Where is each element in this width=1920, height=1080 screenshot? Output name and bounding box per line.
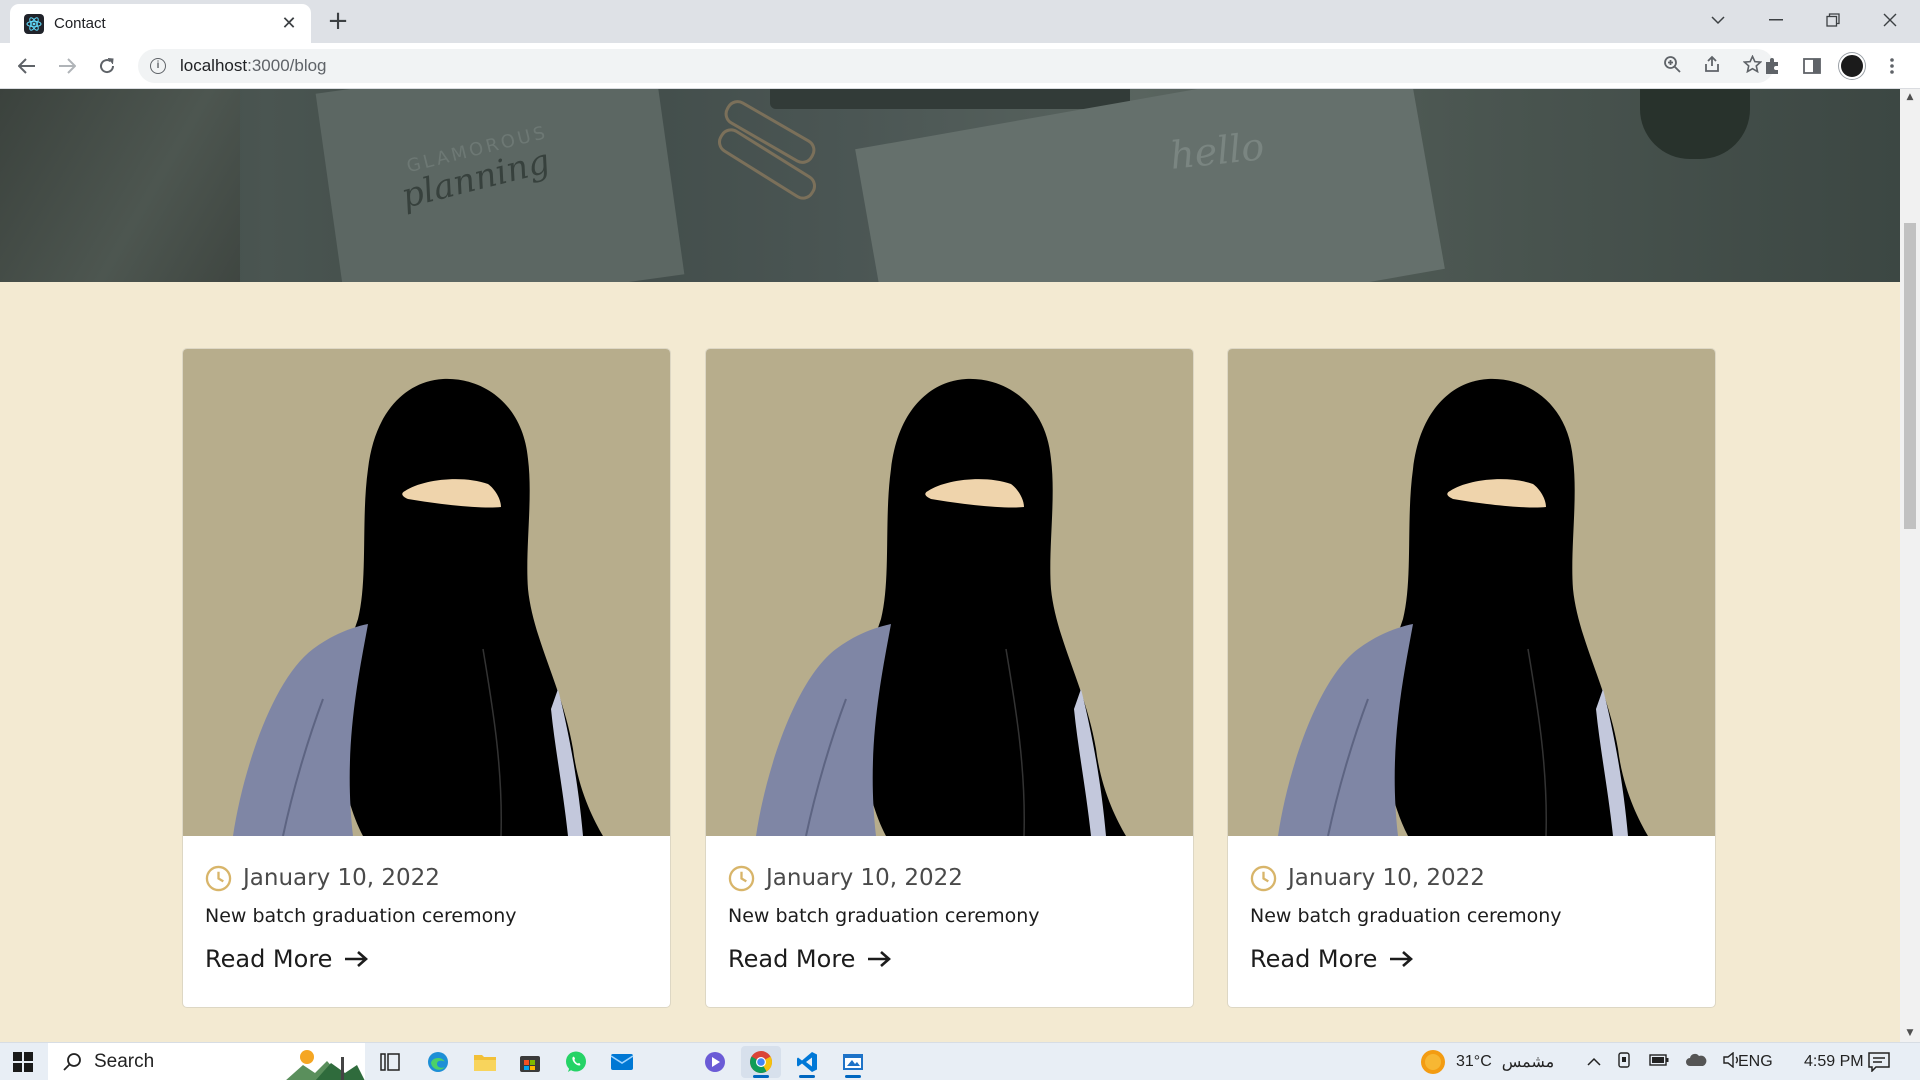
clock[interactable]: 4:59 PM — [1804, 1043, 1864, 1080]
info-icon[interactable]: i — [150, 58, 166, 74]
read-more-label: Read More — [728, 945, 856, 973]
new-tab-button[interactable]: + — [324, 7, 352, 35]
scroll-up-icon[interactable]: ▲ — [1900, 89, 1920, 106]
tab-search-icon[interactable] — [1690, 0, 1746, 40]
page-scrollbar[interactable]: ▲ ▼ — [1900, 89, 1920, 1042]
tab-strip: Contact ✕ + — [0, 0, 1920, 43]
battery-icon[interactable] — [1649, 1053, 1669, 1071]
post-title[interactable]: New batch graduation ceremony — [728, 905, 1171, 927]
app-window-icon[interactable] — [833, 1046, 873, 1078]
search-icon — [63, 1053, 81, 1071]
url-host: localhost — [180, 56, 248, 75]
arrow-right-icon — [345, 951, 369, 967]
post-date: January 10, 2022 — [1288, 865, 1485, 891]
tab-close-button[interactable]: ✕ — [279, 13, 299, 34]
media-player-icon[interactable] — [695, 1046, 735, 1078]
edge-icon[interactable] — [418, 1046, 458, 1078]
clock-icon — [728, 865, 755, 891]
restore-button[interactable] — [1805, 0, 1861, 40]
post-title[interactable]: New batch graduation ceremony — [205, 905, 648, 927]
store-icon[interactable] — [510, 1046, 550, 1078]
browser-tab[interactable]: Contact ✕ — [10, 4, 311, 43]
weather-widget[interactable]: 31°C مشمس — [1420, 1043, 1554, 1080]
minimize-button[interactable] — [1748, 0, 1804, 40]
page-viewport: GLAMOROUS planning hello January 10, 202… — [0, 89, 1900, 1042]
url-path: :3000/blog — [247, 56, 327, 75]
post-date: January 10, 2022 — [243, 865, 440, 891]
weather-desc: مشمس — [1501, 1054, 1555, 1071]
weather-temp: 31°C — [1456, 1053, 1492, 1070]
read-more-link[interactable]: Read More — [728, 945, 1171, 973]
tab-title: Contact — [54, 15, 106, 32]
notifications-icon[interactable] — [1868, 1043, 1890, 1080]
arrow-right-icon — [868, 951, 892, 967]
language-indicator[interactable]: ENG — [1738, 1043, 1773, 1080]
search-label: Search — [94, 1051, 155, 1072]
blog-card[interactable]: January 10, 2022 New batch graduation ce… — [705, 348, 1194, 1008]
file-explorer-icon[interactable] — [465, 1046, 505, 1078]
task-view-icon[interactable] — [370, 1046, 410, 1078]
hero-banner: GLAMOROUS planning hello — [0, 89, 1900, 282]
clock-icon — [1250, 865, 1277, 891]
vscode-icon[interactable] — [787, 1046, 827, 1078]
read-more-link[interactable]: Read More — [1250, 945, 1693, 973]
menu-icon[interactable] — [1877, 51, 1907, 81]
read-more-label: Read More — [1250, 945, 1378, 973]
windows-taskbar: Search 31°C مشمس ENG 4:59 PM — [0, 1042, 1920, 1080]
search-highlight-icon — [286, 1050, 365, 1080]
blog-card[interactable]: January 10, 2022 New batch graduation ce… — [1227, 348, 1716, 1008]
read-more-label: Read More — [205, 945, 333, 973]
sidepanel-icon[interactable] — [1797, 51, 1827, 81]
profile-icon[interactable] — [1837, 51, 1867, 81]
extensions-icon[interactable] — [1757, 51, 1787, 81]
blog-card[interactable]: January 10, 2022 New batch graduation ce… — [182, 348, 671, 1008]
post-date: January 10, 2022 — [766, 865, 963, 891]
url-text: localhost:3000/blog — [180, 56, 327, 76]
chevron-up-icon[interactable] — [1587, 1053, 1601, 1071]
system-tray — [1587, 1043, 1741, 1080]
post-title[interactable]: New batch graduation ceremony — [1250, 905, 1693, 927]
meet-icon[interactable] — [1617, 1051, 1633, 1073]
blog-card-image — [183, 349, 670, 836]
react-icon — [24, 13, 44, 34]
share-icon[interactable] — [1703, 55, 1721, 77]
back-icon[interactable] — [12, 51, 42, 81]
close-window-button[interactable] — [1862, 0, 1918, 40]
clock-icon — [205, 865, 232, 891]
zoom-icon[interactable] — [1663, 55, 1681, 77]
sun-icon — [1421, 1050, 1445, 1074]
reload-icon[interactable] — [92, 51, 122, 81]
blog-cards: January 10, 2022 New batch graduation ce… — [182, 348, 1717, 1008]
address-bar[interactable]: i localhost:3000/blog — [138, 49, 1774, 83]
taskbar-search[interactable]: Search — [48, 1043, 365, 1080]
blog-card-image — [706, 349, 1193, 836]
chrome-icon[interactable] — [741, 1046, 781, 1078]
arrow-right-icon — [1390, 951, 1414, 967]
mail-icon[interactable] — [602, 1046, 642, 1078]
browser-toolbar: i localhost:3000/blog — [0, 43, 1920, 89]
scroll-down-icon[interactable]: ▼ — [1900, 1025, 1920, 1042]
windows-icon[interactable] — [0, 1043, 46, 1080]
forward-icon[interactable] — [52, 51, 82, 81]
whatsapp-icon[interactable] — [556, 1046, 596, 1078]
scrollbar-thumb[interactable] — [1904, 223, 1916, 529]
cloud-icon[interactable] — [1685, 1053, 1707, 1072]
read-more-link[interactable]: Read More — [205, 945, 648, 973]
blog-card-image — [1228, 349, 1715, 836]
